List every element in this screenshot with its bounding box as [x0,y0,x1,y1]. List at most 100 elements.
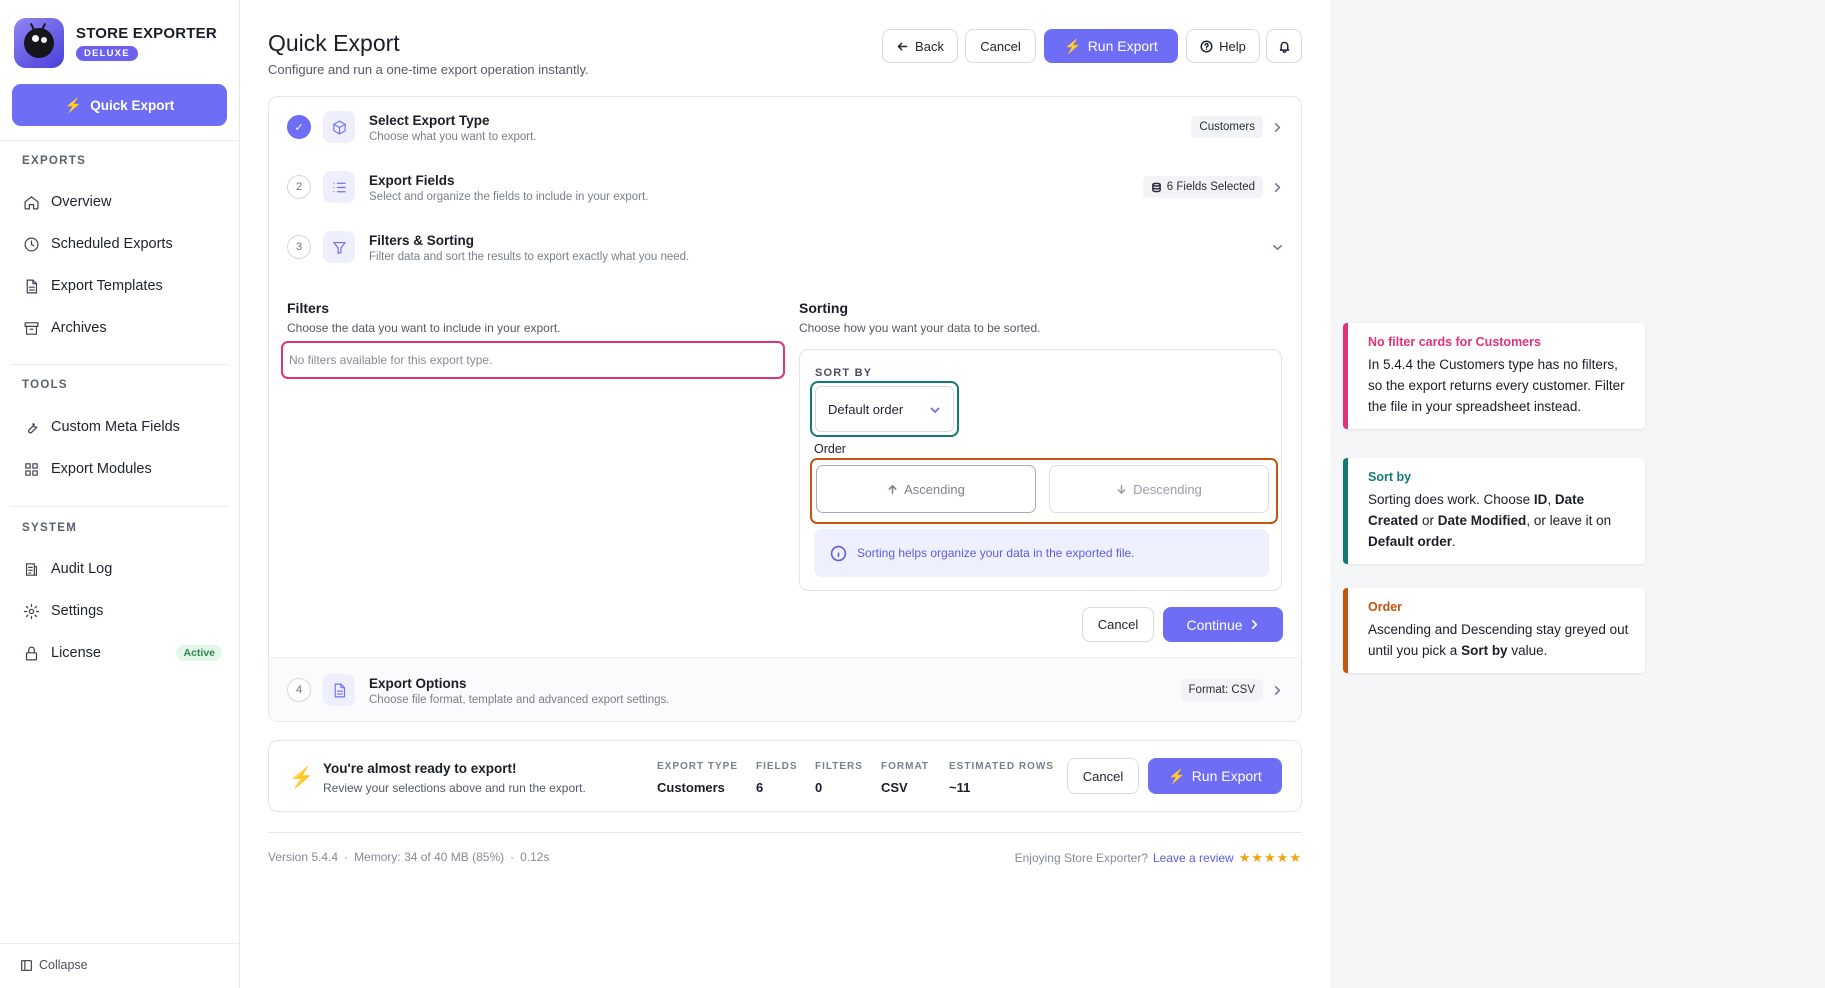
sorting-info-text: Sorting helps organize your data in the … [857,546,1135,560]
sidebar-item-label: Settings [51,603,104,619]
summary-run-export-button[interactable]: ⚡ Run Export [1148,758,1282,794]
help-button[interactable]: Help [1186,29,1260,63]
section-title-tools: TOOLS [22,379,68,391]
export-summary: ⚡ You're almost ready to export! Review … [268,740,1302,812]
chevron-down-icon [930,407,940,414]
document-icon [323,674,355,706]
sorting-title: Sorting [799,300,848,316]
sort-by-highlight: Default order [810,381,959,437]
chevron-right-icon [1269,119,1285,135]
sidebar-item-custom-meta-fields[interactable]: Custom Meta Fields [22,414,222,440]
section-title-exports: EXPORTS [22,155,87,167]
annotation-body: Ascending and Descending stay greyed out… [1368,622,1629,658]
step-export-options[interactable]: 4 Export Options Choose file format, tem… [269,657,1301,721]
database-icon [1151,182,1161,192]
info-icon [830,545,847,561]
sorting-info: Sorting helps organize your data in the … [814,529,1269,577]
lock-icon [22,644,40,662]
bolt-icon: ⚡ [289,767,314,789]
chevron-down-icon [1269,239,1285,255]
stat-value: ~11 [949,780,971,795]
sidebar-item-overview[interactable]: Overview [22,189,222,215]
stat-value: CSV [881,780,908,795]
annotation-title: Sort by [1368,470,1412,484]
cancel-button[interactable]: Cancel [965,29,1036,63]
sidebar-item-settings[interactable]: Settings [22,598,222,624]
notifications-button[interactable] [1266,29,1302,63]
step-export-fields[interactable]: 2 Export Fields Select and organize the … [269,157,1301,217]
chevron-right-icon [1269,682,1285,698]
fields-selected-pill: 6 Fields Selected [1142,176,1263,198]
section-title-system: SYSTEM [22,522,78,534]
sorting-box: SORT BY Default order Order Ascending De… [799,349,1282,591]
bolt-icon: ⚡ [64,96,83,113]
collapse-label: Collapse [39,958,88,972]
descending-label: Descending [1133,481,1202,497]
sidebar-item-audit-log[interactable]: Audit Log [22,556,222,582]
step-title: Export Options [369,676,467,691]
brand: STORE EXPORTER DELUXE [14,18,217,68]
step-filters-sorting[interactable]: 3 Filters & Sorting Filter data and sort… [269,217,1301,277]
leave-review-link[interactable]: Leave a review [1153,851,1234,865]
descending-button[interactable]: Descending [1049,465,1269,513]
help-icon [1200,39,1213,53]
sidebar-item-license[interactable]: License Active [22,640,222,666]
order-highlight: Ascending Descending [810,458,1278,524]
ascending-button[interactable]: Ascending [816,465,1036,513]
annotation-body: In 5.4.4 the Customers type has no filte… [1368,357,1625,414]
time-text: 0.12s [520,850,550,864]
step-select-export-type[interactable]: ✓ Select Export Type Choose what you wan… [269,97,1301,157]
summary-cancel-button[interactable]: Cancel [1067,758,1139,794]
sidebar-item-export-templates[interactable]: Export Templates [22,273,222,299]
collapse-button[interactable]: Collapse [20,958,88,972]
sidebar-item-label: Export Templates [51,278,163,294]
arrow-up-icon [888,484,897,494]
wizard-card: ✓ Select Export Type Choose what you wan… [268,96,1302,722]
cancel-label: Cancel [1082,768,1124,784]
annotation-sort-by: Sort by Sorting does work. Choose ID, Da… [1343,458,1645,564]
annotation-body: Sorting does work. Choose ID, Date Creat… [1368,492,1612,549]
archive-icon [22,319,40,337]
step-complete-check-icon: ✓ [287,115,311,139]
sidebar-item-label: Overview [51,194,112,210]
back-button[interactable]: Back [882,29,958,63]
stat-label: ESTIMATED ROWS [949,761,1054,772]
step-desc: Choose what you want to export. [369,131,537,143]
stat-label: FILTERS [815,761,863,772]
stat-value: 0 [815,780,823,795]
sidebar: STORE EXPORTER DELUXE ⚡ Quick Export EXP… [0,0,240,988]
ascending-label: Ascending [904,481,965,497]
export-type-pill: Customers [1191,116,1263,138]
quick-export-button[interactable]: ⚡ Quick Export [12,84,227,126]
gear-icon [22,602,40,620]
run-export-button[interactable]: ⚡ Run Export [1044,29,1178,63]
stat-value: Customers [657,780,725,795]
sidebar-item-export-modules[interactable]: Export Modules [22,456,222,482]
rating-stars: ★★★★★ [1238,850,1302,865]
continue-label: Continue [1186,616,1243,633]
sidebar-item-archives[interactable]: Archives [22,315,222,341]
sort-by-value: Default order [828,401,904,417]
sidebar-item-label: Scheduled Exports [51,236,173,252]
stat-label: EXPORT TYPE [657,761,739,772]
annotation-filters: No filter cards for Customers In 5.4.4 t… [1343,323,1645,429]
step-cancel-button[interactable]: Cancel [1082,607,1154,642]
step-desc: Filter data and sort the results to expo… [369,251,690,263]
step-title: Export Fields [369,173,455,188]
order-label: Order [814,442,846,456]
sidebar-item-label: Custom Meta Fields [51,419,180,435]
run-export-label: Run Export [1191,768,1262,784]
sort-by-select[interactable]: Default order [815,386,954,432]
annotation-title: No filter cards for Customers [1368,335,1541,349]
grid-icon [22,460,40,478]
summary-title: You're almost ready to export! [323,761,517,776]
step-number: 2 [287,175,311,199]
step-number: 4 [287,678,311,702]
sidebar-item-label: Audit Log [51,561,113,577]
divider [10,506,228,507]
continue-button[interactable]: Continue [1163,607,1283,642]
sidebar-item-scheduled-exports[interactable]: Scheduled Exports [22,231,222,257]
footer-meta: Version 5.4.4 · Memory: 34 of 40 MB (85%) ·… [268,850,550,864]
format-pill: Format: CSV [1180,679,1263,701]
annotation-title: Order [1368,600,1403,614]
